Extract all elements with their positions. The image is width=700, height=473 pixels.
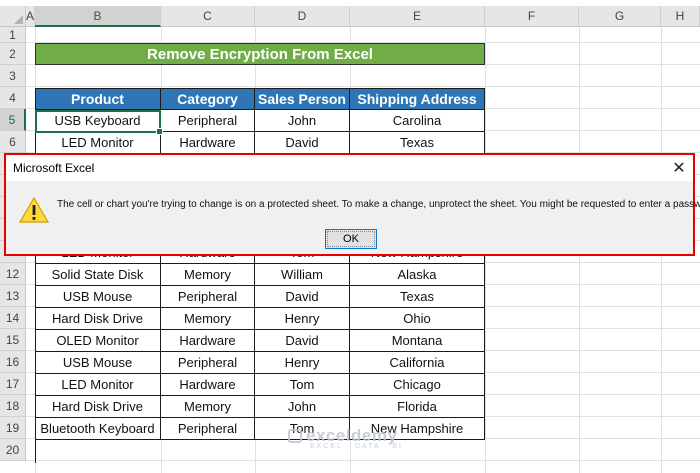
warning-icon <box>19 197 49 223</box>
table-cell-category[interactable]: Peripheral <box>161 110 255 132</box>
table-cell-product[interactable]: USB Keyboard <box>35 110 161 132</box>
column-header-e[interactable]: E <box>350 6 485 27</box>
ok-button[interactable]: OK <box>325 229 377 249</box>
table-cell-shipping-address[interactable]: Alaska <box>350 264 485 286</box>
column-header-f[interactable]: F <box>485 6 579 27</box>
protected-sheet-dialog: Microsoft Excel ✕ The cell or chart you'… <box>4 153 700 256</box>
watermark: exceldemy EXCEL · DATA · BI <box>288 426 403 450</box>
column-header-h[interactable]: H <box>661 6 700 27</box>
table-cell-category[interactable]: Peripheral <box>161 286 255 308</box>
table-cell-shipping-address[interactable]: Ohio <box>350 308 485 330</box>
table-cell-shipping-address[interactable]: California <box>350 352 485 374</box>
dialog-title: Microsoft Excel <box>6 155 693 181</box>
table-cell-product[interactable]: LED Monitor <box>35 132 161 154</box>
table-cell-product[interactable]: OLED Monitor <box>35 330 161 352</box>
row-header-3[interactable]: 3 <box>0 65 26 87</box>
table-cell-shipping-address[interactable]: Montana <box>350 330 485 352</box>
select-all-corner[interactable] <box>0 6 26 27</box>
row-header-14[interactable]: 14 <box>0 307 26 329</box>
table-cell-product[interactable]: LED Monitor <box>35 374 161 396</box>
table-cell-shipping-address[interactable]: Texas <box>350 286 485 308</box>
row-header-2[interactable]: 2 <box>0 43 26 65</box>
table-cell-product[interactable]: Solid State Disk <box>35 264 161 286</box>
table-header-sales-person[interactable]: Sales Person <box>255 88 350 110</box>
table-cell-shipping-address[interactable]: Texas <box>350 132 485 154</box>
column-header-c[interactable]: C <box>161 6 255 27</box>
dialog-message: The cell or chart you're trying to chang… <box>57 199 700 210</box>
table-cell-product[interactable]: USB Mouse <box>35 286 161 308</box>
column-header-g[interactable]: G <box>579 6 661 27</box>
row-header-4[interactable]: 4 <box>0 87 26 109</box>
watermark-logo-icon <box>288 429 302 443</box>
row-header-20[interactable]: 20 <box>0 439 26 461</box>
table-cell-product[interactable]: Bluetooth Keyboard <box>35 418 161 440</box>
row-header-6[interactable]: 6 <box>0 131 26 153</box>
row-header-13[interactable]: 13 <box>0 285 26 307</box>
row-header-12[interactable]: 12 <box>0 263 26 285</box>
row-header-17[interactable]: 17 <box>0 373 26 395</box>
table-cell-shipping-address[interactable]: Florida <box>350 396 485 418</box>
table-cell-sales-person[interactable]: David <box>255 132 350 154</box>
table-cell-sales-person[interactable]: Tom <box>255 374 350 396</box>
row-header-16[interactable]: 16 <box>0 351 26 373</box>
table-cell-shipping-address[interactable]: Chicago <box>350 374 485 396</box>
table-cell-sales-person[interactable]: Henry <box>255 352 350 374</box>
table-cell-sales-person[interactable]: John <box>255 396 350 418</box>
table-cell-category[interactable]: Peripheral <box>161 418 255 440</box>
table-cell-sales-person[interactable]: David <box>255 330 350 352</box>
table-cell-category[interactable]: Hardware <box>161 132 255 154</box>
column-header-d[interactable]: D <box>255 6 350 27</box>
table-cell-shipping-address[interactable]: Carolina <box>350 110 485 132</box>
close-icon[interactable]: ✕ <box>665 155 693 181</box>
table-cell-sales-person[interactable]: John <box>255 110 350 132</box>
table-cell-category[interactable]: Memory <box>161 308 255 330</box>
row-header-1[interactable]: 1 <box>0 27 26 43</box>
row-header-19[interactable]: 19 <box>0 417 26 439</box>
table-cell-product[interactable]: Hard Disk Drive <box>35 308 161 330</box>
table-cell-sales-person[interactable]: Henry <box>255 308 350 330</box>
row-header-15[interactable]: 15 <box>0 329 26 351</box>
table-cell-product[interactable]: Hard Disk Drive <box>35 396 161 418</box>
column-header-b[interactable]: B <box>35 6 161 27</box>
table-header-product[interactable]: Product <box>35 88 161 110</box>
table-cell-category[interactable]: Memory <box>161 264 255 286</box>
sheet-title-cell[interactable]: Remove Encryption From Excel <box>35 43 485 65</box>
column-header-a[interactable]: A <box>26 6 35 27</box>
row-header-18[interactable]: 18 <box>0 395 26 417</box>
table-cell-category[interactable]: Hardware <box>161 330 255 352</box>
table-cell-category[interactable]: Memory <box>161 396 255 418</box>
table-cell-product[interactable]: USB Mouse <box>35 352 161 374</box>
row-header-5[interactable]: 5 <box>0 109 26 131</box>
table-cell-category[interactable]: Peripheral <box>161 352 255 374</box>
table-cell-category[interactable]: Hardware <box>161 374 255 396</box>
table-header-shipping-address[interactable]: Shipping Address <box>350 88 485 110</box>
table-cell-sales-person[interactable]: William <box>255 264 350 286</box>
table-cell-sales-person[interactable]: David <box>255 286 350 308</box>
table-header-category[interactable]: Category <box>161 88 255 110</box>
